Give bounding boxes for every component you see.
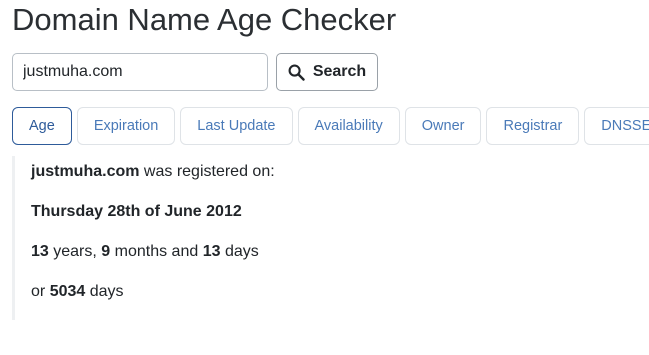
registration-date: Thursday 28th of June 2012 — [31, 203, 242, 220]
domain-search-input[interactable] — [12, 53, 268, 91]
tab-registrar[interactable]: Registrar — [486, 107, 580, 145]
result-domain: justmuha.com — [31, 163, 140, 180]
registered-line: justmuha.com was registered on: — [31, 163, 275, 181]
age-days-word: days — [224, 243, 259, 260]
age-days: 13 — [202, 243, 221, 260]
tab-age[interactable]: Age — [12, 107, 72, 145]
tab-dnssec[interactable]: DNSSEC — [584, 107, 649, 145]
tab-availability[interactable]: Availability — [297, 107, 400, 145]
age-line: 13 years, 9 months and 13 days — [31, 243, 259, 261]
tab-expiration[interactable]: Expiration — [76, 107, 176, 145]
search-button[interactable]: Search — [276, 53, 378, 91]
page-title: Domain Name Age Checker — [12, 2, 397, 37]
age-months-word: months and — [114, 243, 199, 260]
total-days: 5034 — [49, 283, 86, 300]
tab-bar: Age Expiration Last Update Availability … — [12, 107, 649, 145]
age-years: 13 — [31, 243, 49, 260]
total-days-word: days — [89, 283, 124, 300]
registration-date-line: Thursday 28th of June 2012 — [31, 203, 242, 221]
tab-last-update[interactable]: Last Update — [180, 107, 293, 145]
registered-text: was registered on: — [143, 163, 275, 180]
search-button-label: Search — [312, 63, 367, 80]
age-years-word: years, — [53, 243, 97, 260]
age-months: 9 — [101, 243, 111, 260]
search-icon — [288, 64, 305, 81]
or-word: or — [31, 283, 46, 300]
total-days-line: or 5034 days — [31, 283, 124, 301]
result-panel: justmuha.com was registered on: Thursday… — [12, 156, 315, 320]
tab-owner[interactable]: Owner — [404, 107, 482, 145]
